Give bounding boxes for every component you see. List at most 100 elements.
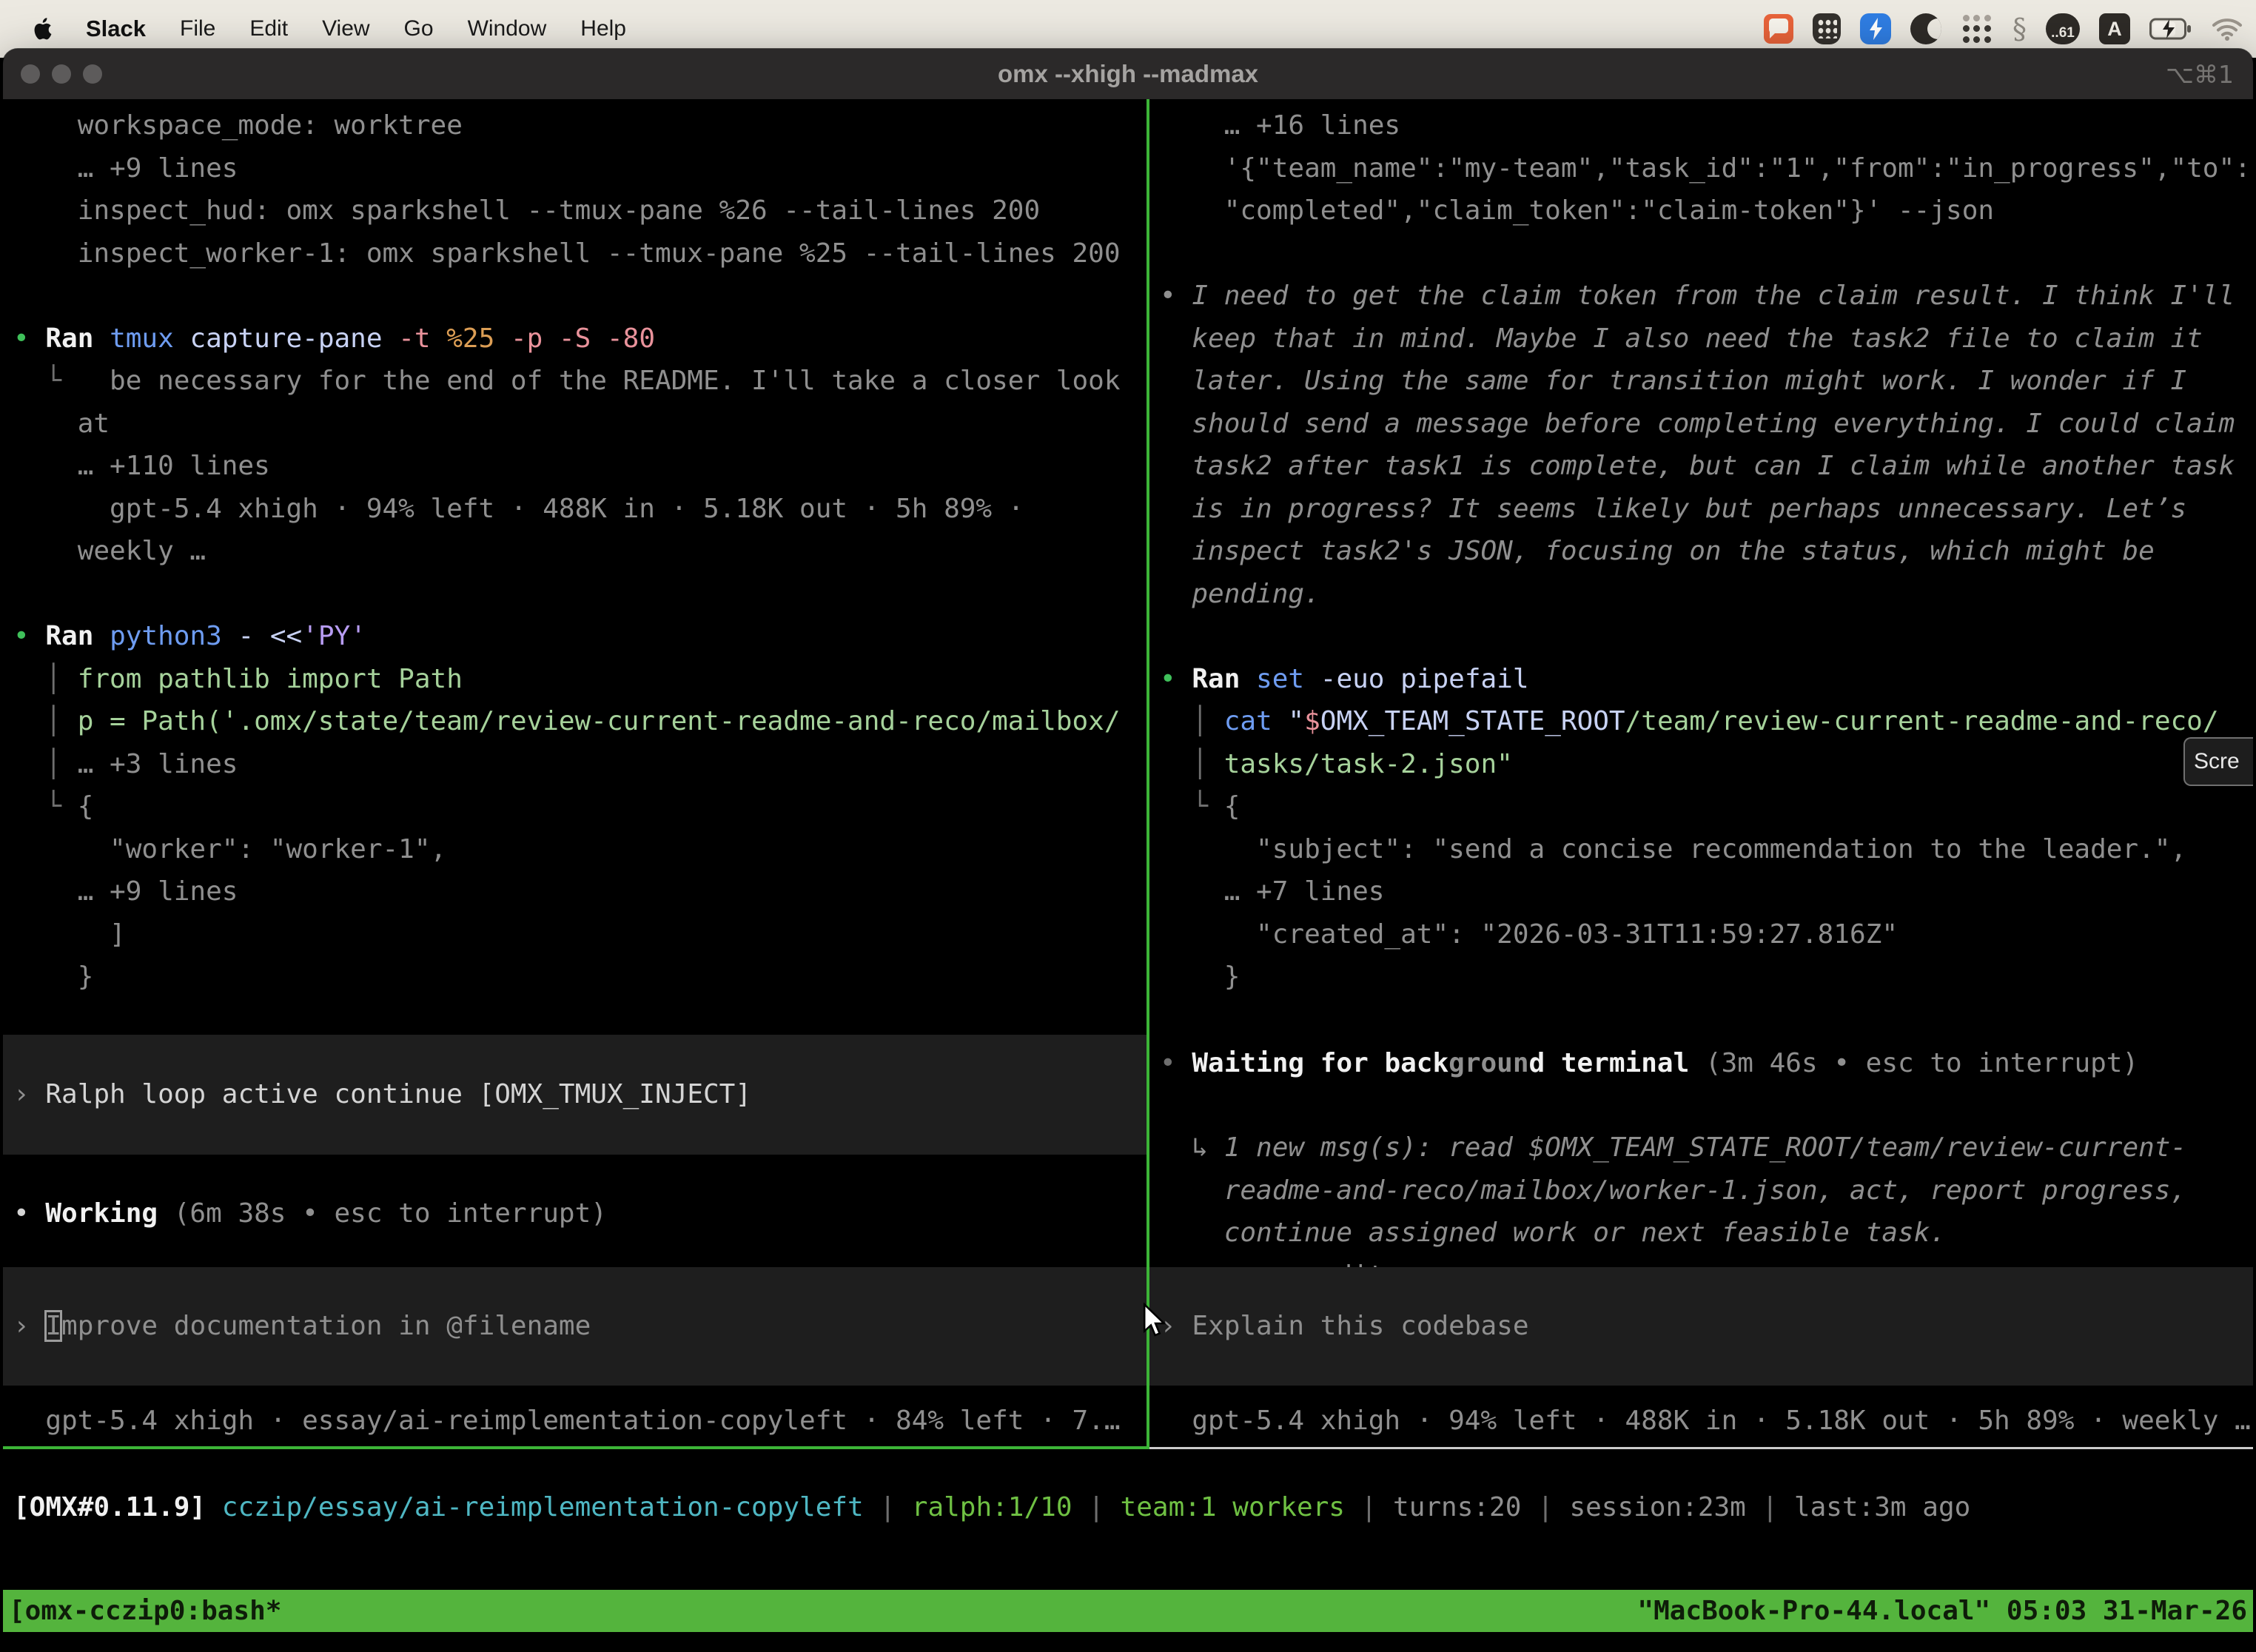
terminal-line: "completed","claim_token":"claim-token"}… [1160, 189, 2253, 232]
bolt-glyph [1860, 13, 1891, 44]
shield-grid-icon[interactable] [1813, 13, 1841, 44]
left-pane-output: workspace_mode: worktree … +9 lines insp… [3, 104, 1147, 998]
crescent-icon[interactable] [1910, 13, 1941, 44]
terminal-line: ] [13, 913, 1147, 956]
ralph-loop-banner: › Ralph loop active continue [OMX_TMUX_I… [3, 1035, 1147, 1155]
inactive-pane-bottom-border [1149, 1447, 2253, 1449]
menu-bar-status-area: § ..61 A [1764, 13, 2256, 45]
battery-icon[interactable] [2149, 18, 2192, 40]
active-app-name[interactable]: Slack [86, 16, 146, 42]
prompt-placeholder: Explain this codebase [1192, 1311, 1528, 1341]
right-pane-output: … +16 lines '{"team_name":"my-team","tas… [1149, 104, 2253, 998]
wifi-icon[interactable] [2212, 17, 2243, 41]
terminal-line: └ { [1160, 785, 2253, 828]
terminal-line: "subject": "send a concise recommendatio… [1160, 828, 2253, 871]
menu-item-edit[interactable]: Edit [249, 16, 288, 41]
terminal-line: } [13, 956, 1147, 998]
terminal-line: inspect task2's JSON, focusing on the st… [1160, 530, 2253, 573]
terminal-line [13, 275, 1147, 318]
tmux-status-bar: [omx-cczip0:bash* "MacBook-Pro-44.local"… [3, 1590, 2253, 1632]
left-prompt-input[interactable]: › Improve documentation in @filename [3, 1267, 1147, 1386]
terminal-line: ↳ 1 new msg(s): read $OMX_TEAM_STATE_ROO… [1160, 1126, 2253, 1169]
waiting-status-line: • Waiting for background terminal (3m 46… [1149, 1042, 2253, 1085]
mouse-cursor [1141, 1303, 1166, 1338]
pane-left[interactable]: workspace_mode: worktree … +9 lines insp… [3, 99, 1147, 1652]
terminal-line: • Ran set -euo pipefail [1160, 658, 2253, 701]
terminal-content: workspace_mode: worktree … +9 lines insp… [3, 99, 2253, 1652]
terminal-line: │ from pathlib import Path [13, 658, 1147, 701]
terminal-line: … +9 lines [13, 147, 1147, 190]
close-button[interactable] [21, 64, 40, 84]
ralph-loop-text: › Ralph loop active continue [OMX_TMUX_I… [3, 1073, 1147, 1116]
tmux-session-window[interactable]: [omx-cczip0:bash* [9, 1590, 281, 1633]
terminal-line: … +16 lines [1160, 104, 2253, 147]
terminal-line: │ cat "$OMX_TEAM_STATE_ROOT/team/review-… [1160, 700, 2253, 743]
minimize-button[interactable] [52, 64, 71, 84]
terminal-line: should send a message before completing … [1160, 403, 2253, 446]
terminal-line: • Ran tmux capture-pane -t %25 -p -S -80 [13, 318, 1147, 360]
terminal-line: … +110 lines [13, 445, 1147, 488]
terminal-line: keep that in mind. Maybe I also need the… [1160, 318, 2253, 360]
right-model-status-line: gpt-5.4 xhigh · 94% left · 488K in · 5.1… [1149, 1400, 2253, 1443]
terminal-line: • I need to get the claim token from the… [1160, 275, 2253, 318]
pane-right[interactable]: … +16 lines '{"team_name":"my-team","tas… [1149, 99, 2253, 1652]
terminal-line: workspace_mode: worktree [13, 104, 1147, 147]
window-shortcut-badge: ⌥⌘1 [2166, 49, 2234, 99]
squiggle-icon[interactable]: § [2012, 14, 2027, 44]
screen-edge-tooltip: Scre [2183, 737, 2253, 786]
menu-item-window[interactable]: Window [468, 16, 547, 41]
terminal-line: • Ran python3 - <<'PY' [13, 615, 1147, 658]
zoom-button[interactable] [83, 64, 102, 84]
bolt-badge-icon[interactable] [1860, 13, 1891, 44]
text-cursor: I [45, 1311, 61, 1341]
terminal-line: … +9 lines [13, 870, 1147, 913]
badge-61-icon[interactable]: ..61 [2046, 13, 2080, 44]
terminal-line: at [13, 403, 1147, 446]
menu-item-go[interactable]: Go [404, 16, 434, 41]
message-bubble [1769, 19, 1788, 33]
left-prompt-line: › Improve documentation in @filename [3, 1305, 1147, 1348]
left-model-status-line: gpt-5.4 xhigh · essay/ai-reimplementatio… [3, 1400, 1147, 1443]
prompt-chevron: › [13, 1311, 45, 1341]
terminal-line: continue assigned work or next feasible … [1160, 1212, 2253, 1255]
messages-icon[interactable] [1764, 14, 1793, 44]
terminal-line: inspect_worker-1: omx sparkshell --tmux-… [13, 232, 1147, 275]
terminal-line: inspect_hud: omx sparkshell --tmux-pane … [13, 189, 1147, 232]
terminal-window: omx --xhigh --madmax ⌥⌘1 workspace_mode:… [3, 49, 2253, 1652]
terminal-line: later. Using the same for transition mig… [1160, 360, 2253, 403]
terminal-line: … +7 lines [1160, 870, 2253, 913]
prompt-placeholder: mprove documentation in @filename [61, 1311, 591, 1341]
terminal-line: │ … +3 lines [13, 743, 1147, 786]
apple-menu-icon[interactable] [30, 16, 52, 41]
terminal-line: gpt-5.4 xhigh · 94% left · 488K in · 5.1… [13, 488, 1147, 531]
terminal-line: readme-and-reco/mailbox/worker-1.json, a… [1160, 1169, 2253, 1212]
menu-item-view[interactable]: View [322, 16, 369, 41]
terminal-line: └ be necessary for the end of the README… [13, 360, 1147, 403]
terminal-line: '{"team_name":"my-team","task_id":"1","f… [1160, 147, 2253, 190]
terminal-line: weekly … [13, 530, 1147, 573]
terminal-line: "worker": "worker-1", [13, 828, 1147, 871]
menu-item-help[interactable]: Help [580, 16, 626, 41]
terminal-line: "created_at": "2026-03-31T11:59:27.816Z" [1160, 913, 2253, 956]
terminal-line [1160, 615, 2253, 658]
terminal-line: } [1160, 956, 2253, 998]
terminal-line: task2 after task1 is complete, but can I… [1160, 445, 2253, 488]
menu-item-file[interactable]: File [180, 16, 215, 41]
menu-items: File Edit View Go Window Help [180, 16, 626, 41]
terminal-line [13, 573, 1147, 616]
active-pane-bottom-border [3, 1446, 1149, 1449]
working-status-line: • Working (6m 38s • esc to interrupt) [3, 1192, 1147, 1235]
dots-grid-icon[interactable] [1961, 13, 1993, 45]
terminal-line: │ p = Path('.omx/state/team/review-curre… [13, 700, 1147, 743]
traffic-lights [21, 49, 102, 99]
terminal-line [1160, 232, 2253, 275]
terminal-line: └ { [13, 785, 1147, 828]
terminal-line: │ tasks/task-2.json" [1160, 743, 2253, 786]
input-source-icon[interactable]: A [2099, 13, 2130, 44]
right-prompt-line: › Explain this codebase [1149, 1305, 2253, 1348]
right-prompt-input[interactable]: › Explain this codebase [1149, 1267, 2253, 1386]
terminal-line: is in progress? It seems likely but perh… [1160, 488, 2253, 531]
screen: { "colors": { "gray":"#8f8f8f","dim":"#6… [0, 0, 2256, 1652]
window-title-bar[interactable]: omx --xhigh --madmax ⌥⌘1 [3, 49, 2253, 100]
menu-bar-left: Slack File Edit View Go Window Help [0, 16, 626, 42]
